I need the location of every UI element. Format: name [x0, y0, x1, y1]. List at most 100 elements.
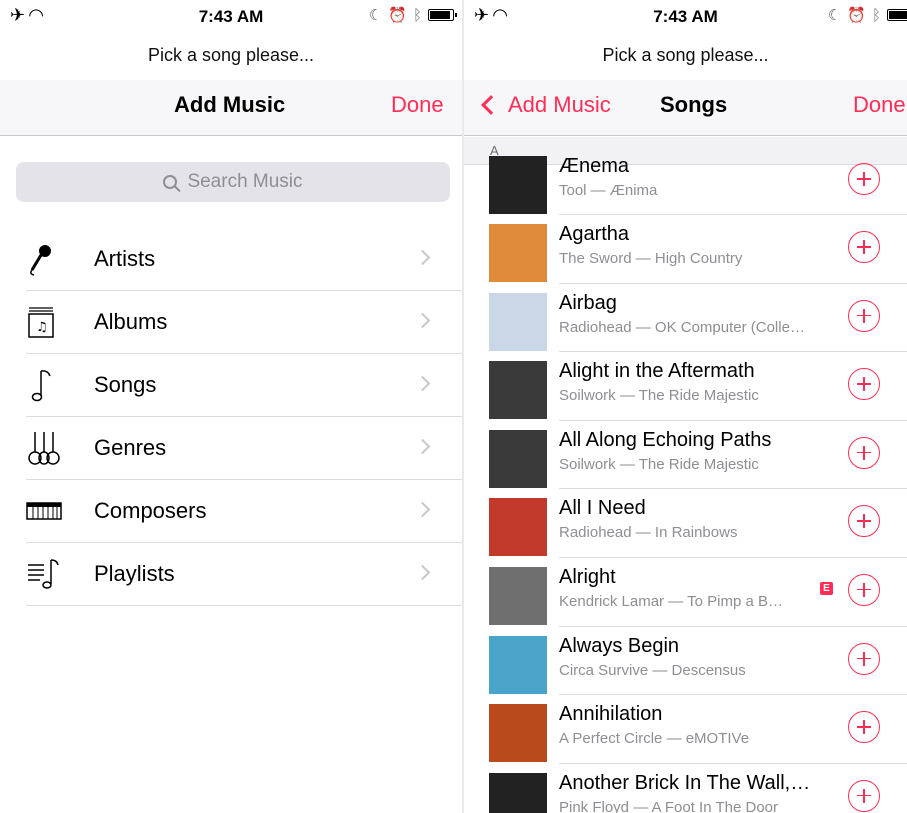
add-song-button[interactable]	[848, 573, 880, 606]
album-art	[489, 566, 547, 625]
menu-item-label: Albums	[94, 309, 168, 334]
menu-item-composers[interactable]: Composers	[26, 480, 462, 543]
done-button[interactable]: Done	[391, 92, 444, 118]
song-title: Always Begin	[559, 634, 680, 657]
playlist-icon	[26, 556, 74, 592]
alarm-icon: ⏰	[388, 7, 407, 24]
nav-bar: Add Music Done	[0, 80, 462, 136]
battery-icon	[887, 9, 907, 21]
back-label: Add Music	[508, 92, 611, 117]
prompt-text: Pick a song please...	[147, 45, 315, 65]
album-art	[489, 224, 547, 282]
page-title: Songs	[660, 92, 728, 117]
add-song-button[interactable]	[848, 368, 880, 401]
album-icon: ♫	[26, 304, 74, 340]
status-bar: ✈◠ 7:43 AM ☾ ⏰ ᛒ	[0, 0, 462, 34]
song-subtitle: Kendrick Lamar — To Pimp a B…	[559, 592, 783, 610]
song-subtitle: Tool — Ænima	[559, 182, 658, 199]
add-song-button[interactable]	[848, 231, 880, 263]
bluetooth-icon: ᛒ	[871, 6, 881, 24]
menu-item-label: Composers	[94, 498, 207, 523]
moon-icon: ☾	[368, 7, 383, 24]
song-title: Annihilation	[559, 703, 663, 726]
album-art	[489, 429, 547, 488]
menu-item-albums[interactable]: ♫ Albums	[26, 291, 462, 354]
song-title: Alright	[559, 565, 616, 588]
song-title: Agartha	[559, 223, 630, 245]
album-art	[489, 635, 547, 694]
song-subtitle: Pink Floyd — A Foot In The Door	[559, 798, 778, 813]
album-art	[489, 292, 547, 351]
svg-text:♫: ♫	[36, 320, 48, 335]
song-title: All I Need	[559, 497, 646, 520]
back-button[interactable]: Add Music	[478, 92, 611, 118]
song-row[interactable]: Alright Kendrick Lamar — To Pimp a B… E	[464, 558, 907, 627]
chevron-right-icon	[414, 501, 431, 518]
song-row[interactable]: Annihilation A Perfect Circle — eMOTIVe	[464, 695, 907, 764]
explicit-badge: E	[820, 581, 833, 595]
music-note-icon	[26, 367, 74, 403]
song-row[interactable]: All I Need Radiohead — In Rainbows	[464, 489, 907, 558]
song-row[interactable]: Always Begin Circa Survive — Descensus	[464, 627, 907, 696]
add-song-button[interactable]	[848, 299, 880, 332]
piano-icon	[26, 493, 74, 529]
song-title: All Along Echoing Paths	[559, 428, 772, 451]
status-right-icons: ☾ ⏰ ᛒ	[828, 6, 907, 24]
song-subtitle: The Sword — High Country	[559, 250, 743, 267]
song-list: Ænema Tool — Ænima Agartha The Sword — Hig…	[464, 155, 907, 813]
menu-item-genres[interactable]: Genres	[26, 417, 462, 480]
album-art	[489, 772, 547, 813]
menu-item-label: Artists	[94, 246, 156, 271]
add-music-screen: ✈◠ 7:43 AM ☾ ⏰ ᛒ Pick a song please... A…	[0, 0, 462, 813]
add-song-button[interactable]	[848, 779, 880, 812]
library-menu: Artists ♫ Albums Songs Genres Composers …	[0, 228, 462, 606]
chevron-right-icon	[414, 564, 431, 581]
song-row[interactable]: Airbag Radiohead — OK Computer (Colle…	[464, 284, 907, 353]
song-title: Airbag	[559, 291, 617, 314]
menu-item-label: Playlists	[94, 561, 175, 586]
menu-item-label: Genres	[94, 435, 167, 460]
song-subtitle: Soilwork — The Ride Majestic	[559, 387, 759, 405]
status-bar: ✈◠ 7:43 AM ☾ ⏰ ᛒ	[464, 0, 907, 34]
song-row[interactable]: Agartha The Sword — High Country	[464, 215, 907, 284]
add-song-button[interactable]	[848, 436, 880, 469]
status-right-icons: ☾ ⏰ ᛒ	[368, 6, 457, 24]
song-row[interactable]: All Along Echoing Paths Soilwork — The Ri…	[464, 421, 907, 490]
menu-item-songs[interactable]: Songs	[26, 354, 462, 417]
album-art	[489, 361, 547, 420]
alarm-icon: ⏰	[847, 7, 866, 24]
page-title: Add Music	[174, 92, 286, 117]
song-title: Ænema	[559, 155, 630, 177]
nav-bar: Add Music Songs Done	[464, 80, 907, 136]
add-song-button[interactable]	[848, 505, 880, 538]
chevron-right-icon	[414, 312, 431, 329]
search-icon	[163, 175, 178, 189]
add-song-button[interactable]	[848, 163, 880, 195]
album-art	[489, 704, 547, 763]
chevron-right-icon	[414, 438, 431, 455]
microphone-icon	[26, 241, 74, 277]
album-art	[489, 156, 547, 214]
song-row[interactable]: Ænema Tool — Ænima	[464, 155, 907, 215]
song-subtitle: Soilwork — The Ride Majestic	[559, 455, 759, 473]
song-row[interactable]: Alight in the Aftermath Soilwork — The Ri…	[464, 352, 907, 421]
song-title: Alight in the Aftermath	[559, 360, 755, 383]
song-subtitle: Circa Survive — Descensus	[559, 661, 746, 679]
done-button[interactable]: Done	[853, 92, 906, 118]
menu-item-artists[interactable]: Artists	[26, 228, 462, 291]
chevron-right-icon	[414, 249, 431, 266]
chevron-right-icon	[414, 375, 431, 392]
songs-screen: ✈◠ 7:43 AM ☾ ⏰ ᛒ Pick a song please... A…	[464, 0, 907, 813]
add-song-button[interactable]	[848, 711, 880, 744]
search-input[interactable]: Search Music	[16, 162, 450, 202]
add-song-button[interactable]	[848, 642, 880, 675]
guitars-icon	[26, 430, 74, 466]
chevron-left-icon	[481, 95, 501, 115]
menu-item-playlists[interactable]: Playlists	[26, 543, 462, 606]
song-subtitle: A Perfect Circle — eMOTIVe	[559, 730, 750, 748]
prompt-text: Pick a song please...	[602, 45, 769, 65]
battery-icon	[428, 9, 457, 21]
menu-item-label: Songs	[94, 372, 157, 397]
song-row[interactable]: Another Brick In The Wall,… Pink Floyd — …	[464, 764, 907, 813]
song-title: Another Brick In The Wall,…	[559, 771, 811, 794]
